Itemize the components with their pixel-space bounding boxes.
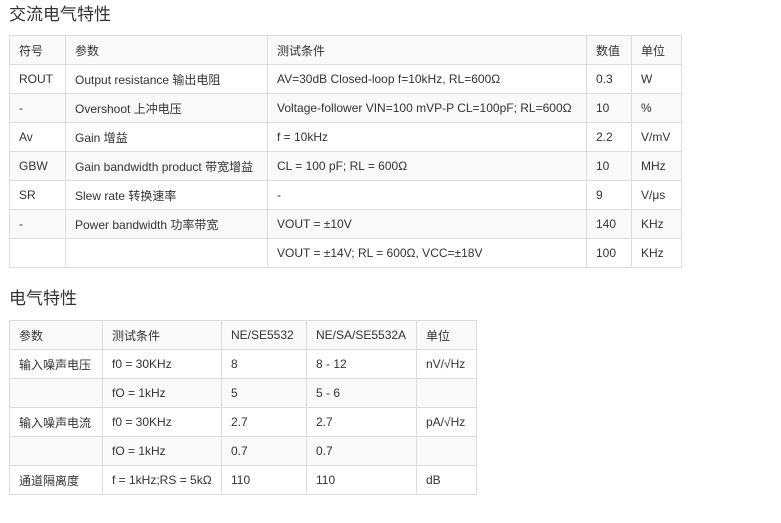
unit-cell bbox=[416, 436, 477, 466]
parameter-cell: 输入噪声电流 bbox=[9, 407, 103, 437]
symbol-cell: Av bbox=[9, 122, 66, 152]
table-header-row: 符号 参数 测试条件 数值 单位 bbox=[9, 35, 682, 65]
value-cell: 0.3 bbox=[586, 64, 632, 94]
condition-cell: f = 10kHz bbox=[267, 122, 587, 152]
condition-cell: f0 = 30KHz bbox=[102, 349, 222, 379]
table-row: 输入噪声电流 f0 = 30KHz 2.7 2.7 pA/√Hz bbox=[9, 407, 477, 437]
header-cell: 符号 bbox=[9, 35, 66, 65]
unit-cell: V/mV bbox=[631, 122, 682, 152]
table-header-row: 参数 测试条件 NE/SE5532 NE/SA/SE5532A 单位 bbox=[9, 320, 477, 350]
table-row: fO = 1kHz 5 5 - 6 bbox=[9, 378, 477, 408]
electrical-characteristics-table: 参数 测试条件 NE/SE5532 NE/SA/SE5532A 单位 输入噪声电… bbox=[9, 320, 477, 495]
value-cell: 110 bbox=[221, 465, 307, 495]
condition-cell: f = 1kHz;RS = 5kΩ bbox=[102, 465, 222, 495]
value-cell: 10 bbox=[586, 151, 632, 181]
table-row: ROUT Output resistance 输出电阻 AV=30dB Clos… bbox=[9, 64, 682, 94]
condition-cell: fO = 1kHz bbox=[102, 378, 222, 408]
header-cell: 测试条件 bbox=[102, 320, 222, 350]
header-cell: 单位 bbox=[631, 35, 682, 65]
table-row: fO = 1kHz 0.7 0.7 bbox=[9, 436, 477, 466]
symbol-cell: - bbox=[9, 93, 66, 123]
header-cell: 参数 bbox=[9, 320, 103, 350]
parameter-cell: Gain bandwidth product 带宽增益 bbox=[65, 151, 268, 181]
condition-cell: VOUT = ±14V; RL = 600Ω, VCC=±18V bbox=[267, 238, 587, 268]
symbol-cell: - bbox=[9, 209, 66, 239]
unit-cell: nV/√Hz bbox=[416, 349, 477, 379]
parameter-cell: Power bandwidth 功率带宽 bbox=[65, 209, 268, 239]
symbol-cell: GBW bbox=[9, 151, 66, 181]
unit-cell: dB bbox=[416, 465, 477, 495]
parameter-cell bbox=[9, 378, 103, 408]
value-cell: 0.7 bbox=[221, 436, 307, 466]
value-cell: 140 bbox=[586, 209, 632, 239]
unit-cell: MHz bbox=[631, 151, 682, 181]
section-title-electrical-characteristics: 电气特性 bbox=[9, 289, 77, 308]
table-row: GBW Gain bandwidth product 带宽增益 CL = 100… bbox=[9, 151, 682, 181]
header-cell: 单位 bbox=[416, 320, 477, 350]
unit-cell: V/μs bbox=[631, 180, 682, 210]
value-cell: 110 bbox=[306, 465, 417, 495]
parameter-cell bbox=[9, 436, 103, 466]
condition-cell: CL = 100 pF; RL = 600Ω bbox=[267, 151, 587, 181]
value-cell: 5 bbox=[221, 378, 307, 408]
condition-cell: - bbox=[267, 180, 587, 210]
parameter-cell: Overshoot 上冲电压 bbox=[65, 93, 268, 123]
header-cell: NE/SA/SE5532A bbox=[306, 320, 417, 350]
value-cell: 5 - 6 bbox=[306, 378, 417, 408]
header-cell: 参数 bbox=[65, 35, 268, 65]
header-cell: 测试条件 bbox=[267, 35, 587, 65]
header-cell: NE/SE5532 bbox=[221, 320, 307, 350]
parameter-cell: Gain 增益 bbox=[65, 122, 268, 152]
unit-cell bbox=[416, 378, 477, 408]
header-cell: 数值 bbox=[586, 35, 632, 65]
section-title-ac-characteristics: 交流电气特性 bbox=[9, 5, 111, 24]
parameter-cell bbox=[65, 238, 268, 268]
unit-cell: W bbox=[631, 64, 682, 94]
parameter-cell: 通道隔离度 bbox=[9, 465, 103, 495]
condition-cell: f0 = 30KHz bbox=[102, 407, 222, 437]
value-cell: 0.7 bbox=[306, 436, 417, 466]
value-cell: 2.7 bbox=[221, 407, 307, 437]
value-cell: 10 bbox=[586, 93, 632, 123]
parameter-cell: 输入噪声电压 bbox=[9, 349, 103, 379]
condition-cell: AV=30dB Closed-loop f=10kHz, RL=600Ω bbox=[267, 64, 587, 94]
value-cell: 2.7 bbox=[306, 407, 417, 437]
condition-cell: VOUT = ±10V bbox=[267, 209, 587, 239]
value-cell: 8 bbox=[221, 349, 307, 379]
parameter-cell: Output resistance 输出电阻 bbox=[65, 64, 268, 94]
table-row: 通道隔离度 f = 1kHz;RS = 5kΩ 110 110 dB bbox=[9, 465, 477, 495]
unit-cell: % bbox=[631, 93, 682, 123]
unit-cell: KHz bbox=[631, 209, 682, 239]
value-cell: 9 bbox=[586, 180, 632, 210]
table-row: - Power bandwidth 功率带宽 VOUT = ±10V 140 K… bbox=[9, 209, 682, 239]
value-cell: 2.2 bbox=[586, 122, 632, 152]
symbol-cell: ROUT bbox=[9, 64, 66, 94]
value-cell: 8 - 12 bbox=[306, 349, 417, 379]
table-row: VOUT = ±14V; RL = 600Ω, VCC=±18V 100 KHz bbox=[9, 238, 682, 268]
unit-cell: KHz bbox=[631, 238, 682, 268]
symbol-cell bbox=[9, 238, 66, 268]
condition-cell: Voltage-follower VIN=100 mVP-P CL=100pF;… bbox=[267, 93, 587, 123]
value-cell: 100 bbox=[586, 238, 632, 268]
unit-cell: pA/√Hz bbox=[416, 407, 477, 437]
ac-characteristics-table: 符号 参数 测试条件 数值 单位 ROUT Output resistance … bbox=[9, 35, 682, 268]
symbol-cell: SR bbox=[9, 180, 66, 210]
table-row: 输入噪声电压 f0 = 30KHz 8 8 - 12 nV/√Hz bbox=[9, 349, 477, 379]
table-row: - Overshoot 上冲电压 Voltage-follower VIN=10… bbox=[9, 93, 682, 123]
table-row: Av Gain 增益 f = 10kHz 2.2 V/mV bbox=[9, 122, 682, 152]
table-row: SR Slew rate 转换速率 - 9 V/μs bbox=[9, 180, 682, 210]
condition-cell: fO = 1kHz bbox=[102, 436, 222, 466]
parameter-cell: Slew rate 转换速率 bbox=[65, 180, 268, 210]
